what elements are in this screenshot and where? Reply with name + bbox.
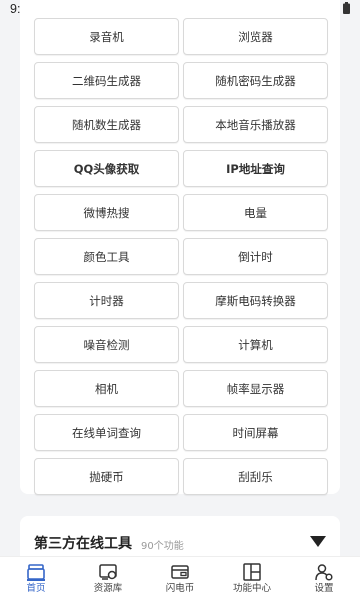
resource-icon [99,563,117,580]
tool-label: 噪音检测 [83,337,130,352]
tool-color-button[interactable]: 颜色工具 [34,238,179,275]
tool-label: 抛硬币 [89,469,124,484]
tab-function-center[interactable]: 功能中心 [216,557,288,600]
tab-label: 设置 [314,582,334,594]
tool-calculator-button[interactable]: 计算机 [183,326,328,363]
tool-label: IP地址查询 [226,161,285,176]
tool-qrcode-generator-button[interactable]: 二维码生成器 [34,62,179,99]
tab-label: 首页 [26,582,46,594]
tool-label: 时间屏幕 [232,425,279,440]
tool-countdown-button[interactable]: 倒计时 [183,238,328,275]
home-icon [27,563,45,581]
bottom-tab-bar: 首页 资源库 闪电币 功能中心 设置 [0,556,360,600]
tool-stopwatch-button[interactable]: 计时器 [34,282,179,319]
tool-word-lookup-button[interactable]: 在线单词查询 [34,414,179,451]
tool-fps-button[interactable]: 帧率显示器 [183,370,328,407]
tool-label: 电量 [244,205,267,220]
tool-random-number-button[interactable]: 随机数生成器 [34,106,179,143]
tool-label: 微博热搜 [83,205,130,220]
tab-label: 功能中心 [232,582,271,594]
tab-label: 资源库 [93,582,123,594]
settings-icon [315,563,333,581]
tool-music-player-button[interactable]: 本地音乐播放器 [183,106,328,143]
tool-qq-avatar-button[interactable]: QQ头像获取 [34,150,179,187]
tool-label: 帧率显示器 [226,381,285,396]
tool-label: 本地音乐播放器 [215,117,296,132]
tool-time-screen-button[interactable]: 时间屏幕 [183,414,328,451]
wallet-icon [171,564,189,579]
tab-home[interactable]: 首页 [0,557,72,600]
tool-label: 二维码生成器 [72,73,141,88]
tool-label: 摩斯电码转换器 [215,293,296,308]
tab-label: 闪电币 [165,582,195,594]
tool-random-password-button[interactable]: 随机密码生成器 [183,62,328,99]
tool-label: 倒计时 [238,249,273,264]
tool-label: 计算机 [238,337,273,352]
tab-lightning-coin[interactable]: 闪电币 [144,557,216,600]
tool-morse-button[interactable]: 摩斯电码转换器 [183,282,328,319]
tool-browser-button[interactable]: 浏览器 [183,18,328,55]
tool-label: 相机 [95,381,118,396]
tool-label: 随机数生成器 [72,117,141,132]
tool-weibo-hot-button[interactable]: 微博热搜 [34,194,179,231]
function-icon [243,562,261,581]
section-title: 第三方在线工具 [34,536,132,552]
tool-noise-meter-button[interactable]: 噪音检测 [34,326,179,363]
tool-camera-button[interactable]: 相机 [34,370,179,407]
battery-icon [343,1,350,17]
tool-label: 计时器 [89,293,124,308]
tab-settings[interactable]: 设置 [288,557,360,600]
section-count: 90个功能 [141,541,184,552]
tool-label: 随机密码生成器 [215,73,296,88]
tool-label: 浏览器 [238,29,273,44]
collapse-triangle-icon[interactable] [310,536,326,547]
tool-label: 在线单词查询 [72,425,141,440]
tool-label: 颜色工具 [83,249,130,264]
tool-battery-button[interactable]: 电量 [183,194,328,231]
tool-coin-flip-button[interactable]: 抛硬币 [34,458,179,495]
tool-label: 刮刮乐 [238,469,273,484]
tool-label: 录音机 [89,29,124,44]
tab-resources[interactable]: 资源库 [72,557,144,600]
tool-ip-lookup-button[interactable]: IP地址查询 [183,150,328,187]
tool-recorder-button[interactable]: 录音机 [34,18,179,55]
tool-scratch-card-button[interactable]: 刮刮乐 [183,458,328,495]
tool-label: QQ头像获取 [73,161,140,176]
